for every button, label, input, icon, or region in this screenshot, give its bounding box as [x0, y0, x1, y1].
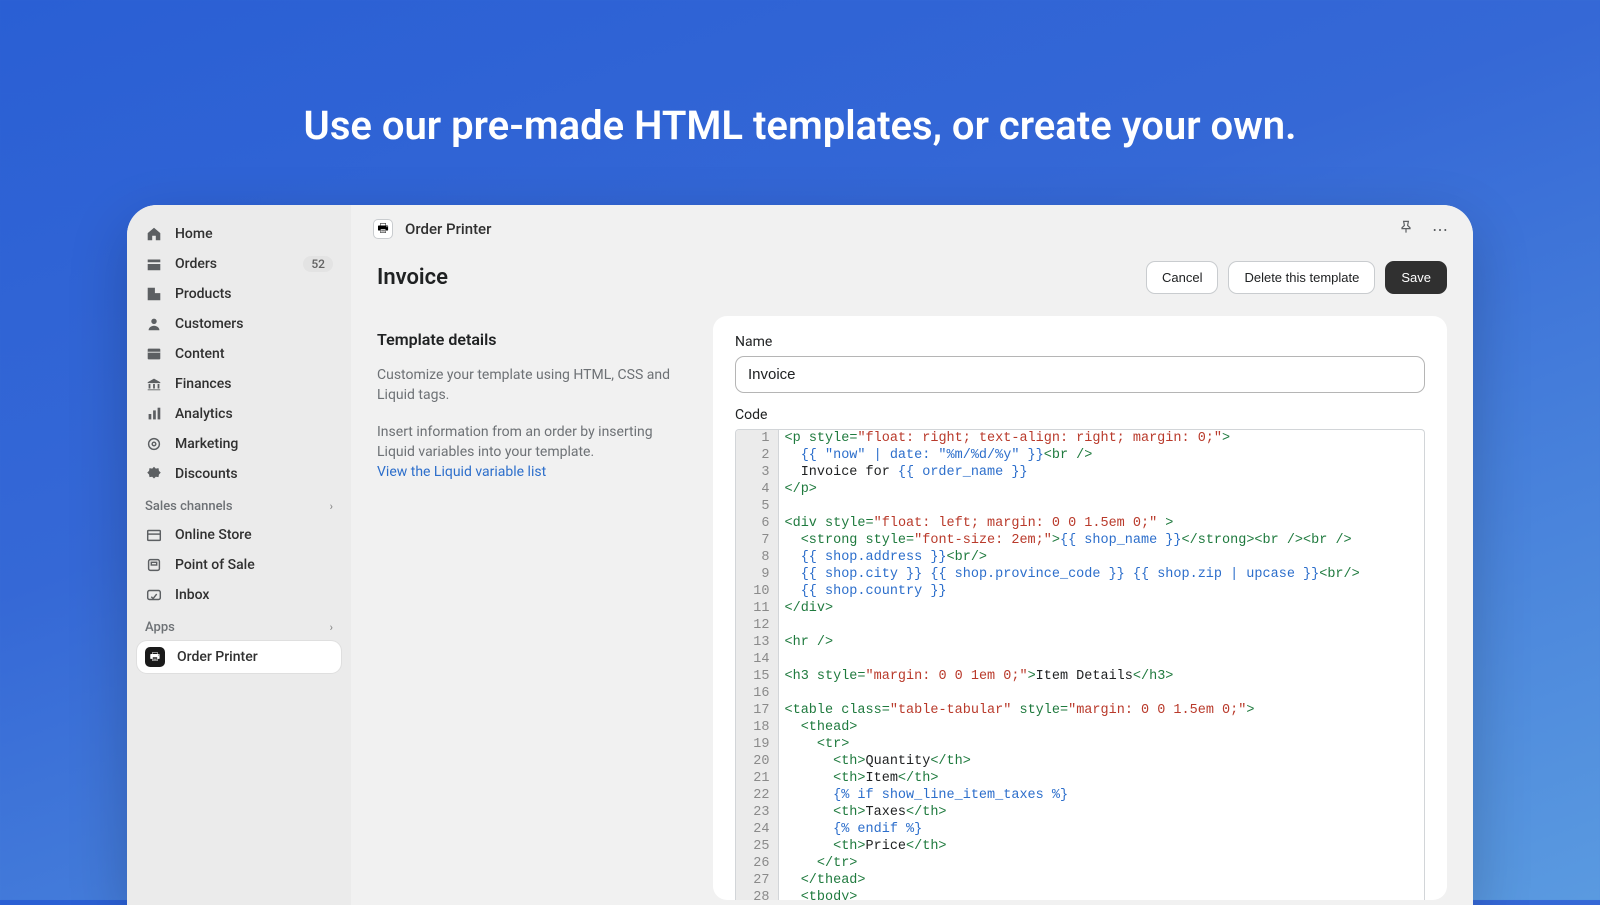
- sidebar-item-label: Products: [175, 286, 333, 302]
- sidebar-item-label: Marketing: [175, 436, 333, 452]
- products-icon: [145, 285, 163, 303]
- code-line[interactable]: 3 Invoice for {{ order_name }}: [736, 464, 1424, 481]
- code-line[interactable]: 16: [736, 685, 1424, 702]
- sidebar-item-products[interactable]: Products: [137, 279, 341, 309]
- code-line[interactable]: 28 <tbody>: [736, 889, 1424, 900]
- sidebar-item-online-store[interactable]: Online Store: [137, 520, 341, 550]
- code-label: Code: [735, 407, 1425, 423]
- hero-headline: Use our pre-made HTML templates, or crea…: [0, 0, 1600, 205]
- app-window: Home Orders 52 Products Customers Content Fina…: [127, 205, 1473, 905]
- code-line[interactable]: 23 <th>Taxes</th>: [736, 804, 1424, 821]
- customers-icon: [145, 315, 163, 333]
- template-details-heading: Template details: [377, 330, 689, 349]
- sidebar-item-label: Point of Sale: [175, 557, 333, 573]
- sidebar: Home Orders 52 Products Customers Content Fina…: [127, 205, 351, 905]
- code-line[interactable]: 14: [736, 651, 1424, 668]
- code-line[interactable]: 24 {% endif %}: [736, 821, 1424, 838]
- inbox-icon: [145, 586, 163, 604]
- sidebar-item-label: Online Store: [175, 527, 333, 543]
- analytics-icon: [145, 405, 163, 423]
- main-content: 🖶 Order Printer ⋯ Invoice Cancel Delete …: [351, 205, 1473, 905]
- sidebar-item-home[interactable]: Home: [137, 219, 341, 249]
- template-details-desc1: Customize your template using HTML, CSS …: [377, 365, 689, 406]
- code-line[interactable]: 19 <tr>: [736, 736, 1424, 753]
- code-line[interactable]: 27 </thead>: [736, 872, 1424, 889]
- code-line[interactable]: 25 <th>Price</th>: [736, 838, 1424, 855]
- template-name-input[interactable]: [735, 356, 1425, 393]
- liquid-variable-link[interactable]: View the Liquid variable list: [377, 464, 546, 480]
- sidebar-item-label: Content: [175, 346, 333, 362]
- sidebar-app-order-printer[interactable]: 🖶 Order Printer: [137, 641, 341, 673]
- orders-icon: [145, 255, 163, 273]
- sidebar-item-label: Customers: [175, 316, 333, 332]
- more-button[interactable]: ⋯: [1429, 220, 1451, 239]
- sidebar-item-inbox[interactable]: Inbox: [137, 580, 341, 610]
- code-line[interactable]: 22 {% if show_line_item_taxes %}: [736, 787, 1424, 804]
- sidebar-item-label: Discounts: [175, 466, 333, 482]
- code-line[interactable]: 9 {{ shop.city }} {{ shop.province_code …: [736, 566, 1424, 583]
- code-line[interactable]: 17<table class="table-tabular" style="ma…: [736, 702, 1424, 719]
- sidebar-item-discounts[interactable]: Discounts: [137, 459, 341, 489]
- template-form-card: Name Code 1<p style="float: right; text-…: [713, 316, 1447, 900]
- discounts-icon: [145, 465, 163, 483]
- code-line[interactable]: 11</div>: [736, 600, 1424, 617]
- code-line[interactable]: 21 <th>Item</th>: [736, 770, 1424, 787]
- code-line[interactable]: 8 {{ shop.address }}<br/>: [736, 549, 1424, 566]
- sidebar-item-label: Orders: [175, 256, 291, 272]
- sidebar-section-apps[interactable]: Apps ›: [137, 610, 341, 641]
- code-line[interactable]: 6<div style="float: left; margin: 0 0 1.…: [736, 515, 1424, 532]
- delete-template-button[interactable]: Delete this template: [1228, 261, 1375, 294]
- code-line[interactable]: 4</p>: [736, 481, 1424, 498]
- code-editor[interactable]: 1<p style="float: right; text-align: rig…: [735, 429, 1425, 900]
- code-line[interactable]: 12: [736, 617, 1424, 634]
- sidebar-item-content[interactable]: Content: [137, 339, 341, 369]
- code-line[interactable]: 18 <thead>: [736, 719, 1424, 736]
- code-line[interactable]: 5: [736, 498, 1424, 515]
- sidebar-item-label: Analytics: [175, 406, 333, 422]
- pin-button[interactable]: [1395, 219, 1417, 239]
- chevron-right-icon: ›: [330, 500, 333, 513]
- online-store-icon: [145, 526, 163, 544]
- printer-icon: 🖶: [145, 647, 165, 667]
- code-line[interactable]: 7 <strong style="font-size: 2em;">{{ sho…: [736, 532, 1424, 549]
- code-line[interactable]: 10 {{ shop.country }}: [736, 583, 1424, 600]
- sidebar-item-finances[interactable]: Finances: [137, 369, 341, 399]
- sidebar-item-orders[interactable]: Orders 52: [137, 249, 341, 279]
- app-name: Order Printer: [405, 220, 1383, 238]
- sidebar-item-customers[interactable]: Customers: [137, 309, 341, 339]
- sidebar-item-analytics[interactable]: Analytics: [137, 399, 341, 429]
- point-of-sale-icon: [145, 556, 163, 574]
- sidebar-item-point-of-sale[interactable]: Point of Sale: [137, 550, 341, 580]
- code-line[interactable]: 15<h3 style="margin: 0 0 1em 0;">Item De…: [736, 668, 1424, 685]
- name-label: Name: [735, 334, 1425, 350]
- content-icon: [145, 345, 163, 363]
- printer-icon: 🖶: [373, 219, 393, 239]
- sidebar-item-marketing[interactable]: Marketing: [137, 429, 341, 459]
- code-line[interactable]: 1<p style="float: right; text-align: rig…: [736, 430, 1424, 447]
- finances-icon: [145, 375, 163, 393]
- sidebar-badge: 52: [303, 256, 333, 272]
- cancel-button[interactable]: Cancel: [1146, 261, 1218, 294]
- sidebar-item-label: Home: [175, 226, 333, 242]
- code-line[interactable]: 2 {{ "now" | date: "%m/%d/%y" }}<br />: [736, 447, 1424, 464]
- template-details-desc2: Insert information from an order by inse…: [377, 422, 689, 483]
- chevron-right-icon: ›: [330, 621, 333, 634]
- sidebar-section-sales[interactable]: Sales channels ›: [137, 489, 341, 520]
- code-line[interactable]: 13<hr />: [736, 634, 1424, 651]
- marketing-icon: [145, 435, 163, 453]
- sidebar-item-label: Inbox: [175, 587, 333, 603]
- topbar: 🖶 Order Printer ⋯: [351, 205, 1473, 251]
- home-icon: [145, 225, 163, 243]
- sidebar-item-label: Finances: [175, 376, 333, 392]
- code-line[interactable]: 20 <th>Quantity</th>: [736, 753, 1424, 770]
- code-line[interactable]: 26 </tr>: [736, 855, 1424, 872]
- page-title: Invoice: [377, 265, 1136, 290]
- save-button[interactable]: Save: [1385, 261, 1447, 294]
